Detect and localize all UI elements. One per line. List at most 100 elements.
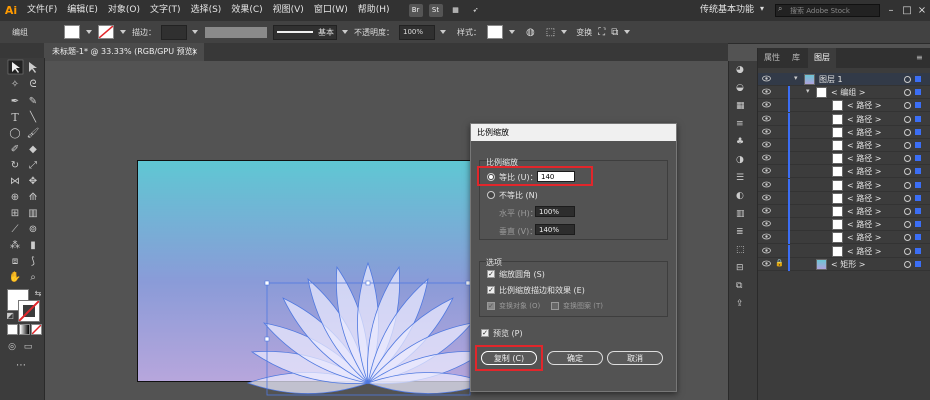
visibility-eye-icon[interactable] bbox=[762, 232, 771, 241]
selection-indicator[interactable] bbox=[915, 208, 921, 214]
align-icon[interactable]: ⬚ bbox=[546, 27, 555, 38]
layer-row[interactable]: < 路径 > bbox=[758, 112, 930, 126]
target-circle-icon[interactable] bbox=[904, 142, 911, 149]
selection-indicator[interactable] bbox=[915, 221, 921, 228]
panel-menu-icon[interactable]: ≡ bbox=[916, 53, 923, 62]
visibility-eye-icon[interactable] bbox=[762, 193, 771, 202]
tab-libraries[interactable]: 库 bbox=[786, 48, 806, 68]
layer-row[interactable]: < 路径 > bbox=[758, 99, 930, 113]
lotus-artwork[interactable] bbox=[240, 255, 472, 400]
selection-indicator[interactable] bbox=[915, 128, 921, 135]
transform-objects-checkbox[interactable]: ✓ bbox=[487, 302, 495, 310]
menu-select[interactable]: 选择(S) bbox=[186, 0, 227, 21]
perspective-grid-tool-icon[interactable]: ⟰ bbox=[26, 190, 40, 204]
pen-tool-icon[interactable]: ✒ bbox=[8, 94, 22, 108]
selection-tool-icon[interactable] bbox=[8, 60, 22, 74]
target-circle-icon[interactable] bbox=[904, 115, 911, 123]
zoom-tool-icon[interactable]: ⌕ bbox=[26, 270, 40, 284]
graphic-styles-icon[interactable]: ◑ bbox=[736, 155, 749, 166]
selection-indicator[interactable] bbox=[915, 76, 921, 82]
swatches-icon[interactable]: ▦ bbox=[736, 101, 749, 112]
menu-file[interactable]: 文件(F) bbox=[22, 0, 62, 21]
fill-dropdown-icon[interactable] bbox=[86, 30, 92, 34]
opacity-dropdown-icon[interactable] bbox=[440, 30, 446, 34]
workspace-chevron-icon[interactable]: ▾ bbox=[760, 4, 764, 13]
align-panel-icon[interactable]: ⊟ bbox=[736, 263, 749, 274]
fill-swatch[interactable] bbox=[64, 25, 80, 39]
menu-view[interactable]: 视图(V) bbox=[268, 0, 309, 21]
brush-definition-select[interactable]: 基本 bbox=[273, 24, 337, 40]
layer-row[interactable]: 🔒 < 矩形 > bbox=[758, 257, 930, 271]
layer-row[interactable]: < 路径 > bbox=[758, 205, 930, 218]
opacity-label[interactable]: 不透明度： bbox=[354, 27, 394, 38]
transform-panel-icon[interactable]: ⬚ bbox=[736, 245, 749, 256]
graphic-style-swatch[interactable] bbox=[487, 25, 503, 39]
pathfinder-icon[interactable]: ⧉ bbox=[736, 281, 749, 292]
line-segment-tool-icon[interactable]: ╲ bbox=[26, 110, 40, 124]
stroke-weight-input[interactable] bbox=[161, 24, 187, 40]
arrange-dropdown-icon[interactable] bbox=[624, 30, 631, 34]
transform-patterns-checkbox[interactable] bbox=[551, 302, 559, 310]
restore-button[interactable]: □ bbox=[900, 0, 914, 21]
isolate-icon[interactable]: ⛶ bbox=[598, 27, 605, 38]
appearance-icon[interactable]: ☰ bbox=[736, 173, 749, 184]
column-graph-tool-icon[interactable]: ▮ bbox=[26, 238, 40, 252]
symbols-icon[interactable]: ♣ bbox=[736, 137, 749, 148]
layer-row[interactable]: < 路径 > bbox=[758, 231, 930, 245]
visibility-eye-icon[interactable] bbox=[762, 87, 771, 96]
layer-row[interactable]: < 路径 > bbox=[758, 191, 930, 205]
asset-export-icon[interactable]: ⇪ bbox=[736, 299, 749, 310]
recolor-artwork-icon[interactable]: ◍ bbox=[526, 27, 535, 38]
lock-icon[interactable]: 🔒 bbox=[775, 259, 784, 267]
transparency-icon[interactable]: ◐ bbox=[736, 191, 749, 202]
selection-indicator[interactable] bbox=[915, 142, 921, 148]
free-transform-tool-icon[interactable]: ✥ bbox=[26, 174, 40, 188]
visibility-eye-icon[interactable] bbox=[762, 140, 771, 149]
visibility-eye-icon[interactable] bbox=[762, 114, 771, 123]
layer-row[interactable]: ▾ 图层 1 bbox=[758, 73, 930, 86]
tab-close-icon[interactable]: × bbox=[191, 43, 198, 61]
layer-row[interactable]: < 路径 > bbox=[758, 244, 930, 258]
shaper-tool-icon[interactable]: ✐ bbox=[8, 142, 22, 156]
uniform-input[interactable]: 140 bbox=[537, 171, 575, 182]
eraser-tool-icon[interactable]: ◆ bbox=[26, 142, 40, 156]
default-colors-icon[interactable]: ◩ bbox=[3, 308, 17, 322]
stroke-panel-icon[interactable]: ≣ bbox=[736, 227, 749, 238]
target-circle-icon[interactable] bbox=[904, 128, 911, 136]
stock-icon[interactable]: St bbox=[428, 4, 443, 17]
selection-indicator[interactable] bbox=[915, 115, 921, 122]
stroke-dropdown-icon[interactable] bbox=[120, 30, 126, 34]
vertical-input[interactable]: 140% bbox=[535, 224, 575, 235]
selection-indicator[interactable] bbox=[915, 155, 921, 162]
visibility-eye-icon[interactable] bbox=[762, 219, 771, 228]
target-circle-icon[interactable] bbox=[904, 89, 911, 97]
selection-indicator[interactable] bbox=[915, 194, 921, 201]
visibility-eye-icon[interactable] bbox=[762, 74, 771, 83]
menu-edit[interactable]: 编辑(E) bbox=[62, 0, 103, 21]
stroke-color-box[interactable] bbox=[18, 300, 40, 322]
paintbrush-tool-icon[interactable]: 🖌 bbox=[26, 126, 40, 140]
selection-indicator[interactable] bbox=[915, 247, 921, 254]
mesh-tool-icon[interactable]: ⊞ bbox=[8, 206, 22, 220]
grid-layout-icon[interactable]: ▦ bbox=[449, 4, 463, 17]
visibility-eye-icon[interactable] bbox=[762, 153, 771, 162]
edit-toolbar-icon[interactable]: ⋯ bbox=[14, 358, 28, 372]
workspace-switcher[interactable]: 传统基本功能 bbox=[700, 0, 754, 21]
visibility-eye-icon[interactable] bbox=[762, 166, 771, 175]
bridge-icon[interactable]: Br bbox=[408, 4, 423, 17]
color-panel-icon[interactable]: ◕ bbox=[736, 65, 749, 76]
layer-row[interactable]: < 路径 > bbox=[758, 165, 930, 179]
align-dropdown-icon[interactable] bbox=[561, 30, 568, 34]
brush-dropdown-icon[interactable] bbox=[342, 30, 348, 34]
curvature-tool-icon[interactable]: ✎ bbox=[26, 94, 40, 108]
cancel-button[interactable]: 取消 bbox=[607, 351, 663, 365]
nonuniform-radio[interactable] bbox=[487, 191, 495, 199]
direct-selection-tool-icon[interactable] bbox=[26, 60, 40, 74]
menu-effect[interactable]: 效果(C) bbox=[226, 0, 267, 21]
scale-tool-icon[interactable]: ⤢ bbox=[26, 158, 40, 172]
tab-document[interactable]: 未标题-1* @ 33.33% (RGB/GPU 预览) × bbox=[44, 43, 204, 61]
style-dropdown-icon[interactable] bbox=[509, 30, 515, 34]
selection-indicator[interactable] bbox=[915, 181, 921, 188]
blend-tool-icon[interactable]: ⊚ bbox=[26, 222, 40, 236]
target-circle-icon[interactable] bbox=[904, 155, 911, 163]
